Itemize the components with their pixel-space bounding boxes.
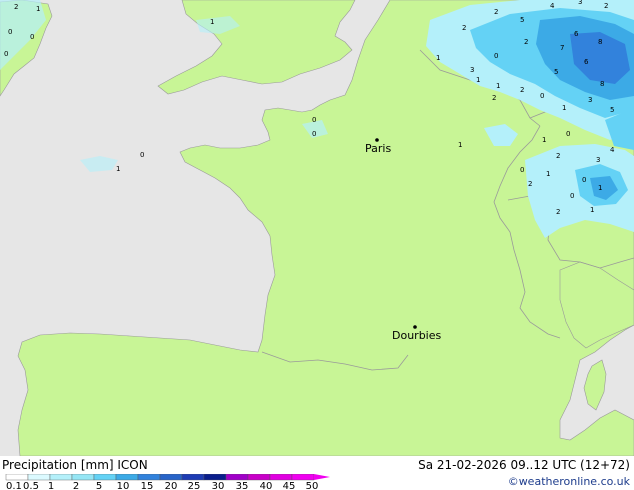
- precip-value: 2: [604, 2, 608, 10]
- precip-value: 1: [436, 54, 440, 62]
- precip-value: 4: [550, 2, 555, 10]
- precip-value: 2: [14, 3, 18, 11]
- legend-swatch: [71, 474, 95, 481]
- precipitation-map: 2 10001010011254 3 268763852101352012 340 101…: [0, 0, 634, 456]
- precip-value: 0: [582, 176, 586, 184]
- precip-value: 1: [476, 76, 480, 84]
- precip-value: 6: [584, 58, 589, 66]
- map-footer: Precipitation [mm] ICON Sa 21-02-2026 09…: [0, 456, 634, 490]
- precip-value: 2: [520, 86, 524, 94]
- precip-value: 0: [494, 52, 498, 60]
- precip-value: 1: [542, 136, 546, 144]
- precip-value: 7: [560, 44, 564, 52]
- precip-value: 1: [210, 18, 214, 26]
- precip-value: 1: [598, 184, 602, 192]
- legend-label: 0.5: [23, 481, 39, 490]
- legend-swatch: [5, 474, 29, 481]
- precip-value: 0: [520, 166, 524, 174]
- precip-value: 3: [588, 96, 592, 104]
- precip-value: 1: [116, 165, 120, 173]
- legend-swatch: [203, 474, 227, 481]
- legend-overflow-arrow: [314, 474, 330, 480]
- legend-label: 40: [260, 481, 273, 490]
- precip-value: 2: [556, 208, 560, 216]
- precip-value: 5: [610, 106, 614, 114]
- precip-value: 0: [4, 50, 8, 58]
- legend-swatch: [247, 474, 271, 481]
- legend-swatch: [159, 474, 183, 481]
- precip-value: 0: [540, 92, 544, 100]
- legend-swatch: [27, 474, 51, 481]
- legend-label: 5: [96, 481, 102, 490]
- legend-swatch: [93, 474, 117, 481]
- city-label-dourbies: Dourbies: [392, 329, 442, 342]
- legend-label: 25: [188, 481, 201, 490]
- legend-label: 0.1: [6, 481, 22, 490]
- precip-value: 1: [590, 206, 594, 214]
- precip-value: 1: [458, 141, 462, 149]
- legend-swatch: [49, 474, 73, 481]
- precip-value: 0: [140, 151, 144, 159]
- map-title: Precipitation [mm] ICON: [2, 458, 148, 472]
- precip-value: 2: [492, 94, 496, 102]
- legend-label: 35: [236, 481, 249, 490]
- legend-label: 45: [283, 481, 296, 490]
- legend-label: 30: [212, 481, 225, 490]
- legend-label: 15: [141, 481, 154, 490]
- legend-swatch: [225, 474, 249, 481]
- legend-label: 50: [306, 481, 319, 490]
- legend-swatch: [115, 474, 139, 481]
- legend-label: 2: [73, 481, 79, 490]
- credit-link[interactable]: ©weatheronline.co.uk: [508, 475, 630, 488]
- precip-value: 3: [470, 66, 474, 74]
- precip-value: 1: [36, 5, 40, 13]
- legend-label: 10: [117, 481, 130, 490]
- city-label-paris: Paris: [365, 142, 391, 155]
- precip-value: 5: [520, 16, 524, 24]
- precip-value: 2: [528, 180, 532, 188]
- precip-value: 0: [570, 192, 574, 200]
- legend-swatch: [269, 474, 293, 481]
- legend-swatch: [181, 474, 205, 481]
- legend-label: 1: [48, 481, 54, 490]
- precip-value: 3: [578, 0, 582, 6]
- legend-swatch: [137, 474, 161, 481]
- precip-value: 2: [462, 24, 466, 32]
- precip-value: 1: [496, 82, 500, 90]
- precip-value: 2: [524, 38, 528, 46]
- precip-value: 0: [566, 130, 570, 138]
- precip-value: 5: [554, 68, 558, 76]
- precip-value: 8: [598, 38, 602, 46]
- precip-value: 1: [546, 170, 550, 178]
- precip-value: 2: [556, 152, 560, 160]
- precip-value: 8: [600, 80, 604, 88]
- precip-value: 0: [30, 33, 34, 41]
- precip-value: 0: [8, 28, 12, 36]
- precip-value: 2: [494, 8, 498, 16]
- precipitation-legend: 0.1 0.5 1 2 5 10 15 20 25 30 35 40 45 50: [5, 474, 330, 490]
- precip-value: 3: [596, 156, 600, 164]
- precip-value: 0: [312, 130, 316, 138]
- precip-value: 6: [574, 30, 579, 38]
- precip-value: 0: [312, 116, 316, 124]
- precip-value: 4: [610, 146, 615, 154]
- precip-value: 1: [562, 104, 566, 112]
- forecast-datetime: Sa 21-02-2026 09..12 UTC (12+72): [418, 458, 630, 472]
- legend-swatch: [291, 474, 315, 481]
- legend-label: 20: [165, 481, 178, 490]
